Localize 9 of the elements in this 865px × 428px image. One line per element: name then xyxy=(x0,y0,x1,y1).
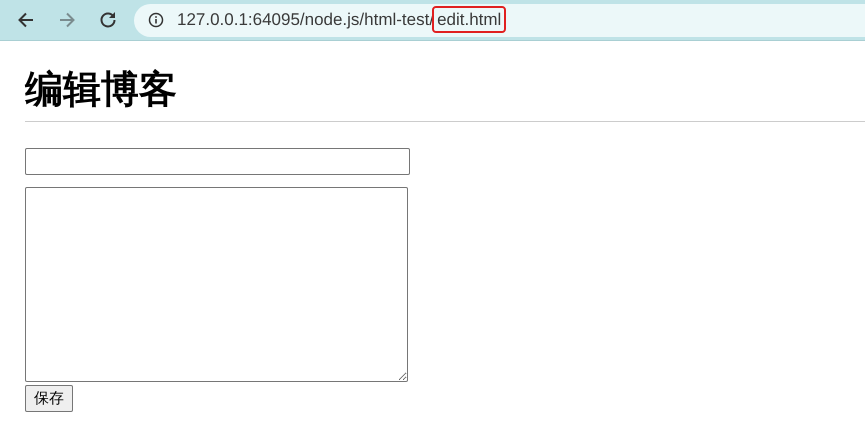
address-bar[interactable]: 127.0.0.1:64095/node.js/html-test/ edit.html xyxy=(134,4,865,36)
reload-icon[interactable] xyxy=(98,10,118,30)
highlighted-url-text: edit.html xyxy=(434,8,504,31)
info-icon xyxy=(148,12,164,28)
save-button[interactable]: 保存 xyxy=(25,385,73,412)
title-input-field[interactable] xyxy=(25,148,410,175)
page-heading: 编辑博客 xyxy=(25,68,177,113)
url-text: 127.0.0.1:64095/node.js/html-test/ xyxy=(177,10,434,29)
back-icon[interactable] xyxy=(16,10,36,30)
